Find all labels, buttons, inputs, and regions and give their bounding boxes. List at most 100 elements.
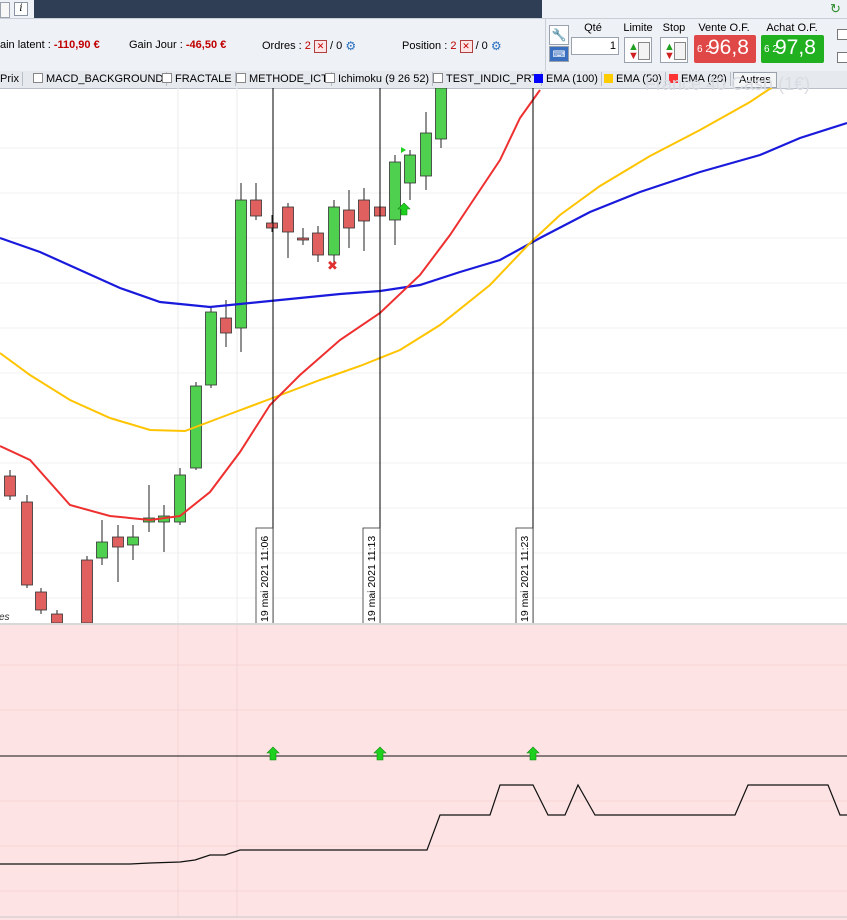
sell-label: Vente O.F.	[698, 22, 750, 34]
candle-body	[51, 613, 63, 624]
day-gain-value: -46,50 €	[185, 39, 227, 51]
candle-down	[35, 588, 47, 614]
orderbook-icon	[638, 42, 650, 60]
indicator-test-indic-prt[interactable]: TEST_INDIC_PRT	[433, 72, 543, 86]
quantity-input[interactable]	[571, 37, 619, 55]
candle-body	[220, 317, 232, 334]
orders-label: Ordres :	[262, 39, 302, 52]
candle-up	[158, 505, 170, 552]
candle-body	[112, 536, 124, 548]
buy-price-value: 97,8	[775, 36, 816, 59]
cross-marker-icon: ✖	[327, 259, 338, 274]
indicator-fractale[interactable]: FRACTALE	[162, 72, 236, 86]
top-status-bar: i ↻	[0, 0, 847, 19]
candle-body	[328, 206, 340, 256]
orders-count[interactable]: 2	[305, 40, 311, 52]
position-zero: / 0	[475, 39, 488, 52]
indicator-label: FRACTALE	[175, 73, 232, 85]
ema-20-line	[0, 89, 541, 522]
candle-body	[420, 132, 432, 177]
position-summary: Position : 2 ✕ / 0 ⚙	[402, 39, 502, 53]
candle-up	[235, 183, 247, 352]
day-gain-label: Gain Jour :	[129, 39, 183, 51]
info-icon[interactable]: i	[14, 2, 28, 16]
axis-partial-label: es	[0, 612, 10, 623]
keyboard-icon[interactable]: ⌨	[549, 46, 569, 62]
candle-up	[205, 308, 217, 388]
gear-icon[interactable]: ⚙	[491, 39, 502, 53]
candle-body	[389, 161, 401, 221]
latent-gain-label: ain latent :	[0, 39, 51, 51]
time-marker-label: 19 mai 2021 11:06	[259, 536, 271, 622]
position-label: Position :	[402, 39, 448, 52]
option-checkbox-2[interactable]	[837, 52, 847, 63]
indicator-macd-background[interactable]: MACD_BACKGROUND	[33, 72, 168, 86]
limit-label: Limite	[623, 22, 653, 34]
candle-body	[404, 154, 416, 184]
candle-body	[35, 591, 47, 611]
candle-body	[435, 88, 447, 140]
candle-body	[127, 536, 139, 546]
stop-order-button[interactable]: ▲ ▼	[660, 37, 688, 63]
candle-body	[4, 475, 16, 497]
refresh-icon[interactable]: ↻	[830, 1, 841, 17]
indicator-ema-100[interactable]: EMA (100)	[534, 72, 602, 86]
candle-up	[389, 155, 401, 245]
checkbox-icon[interactable]	[33, 73, 43, 83]
gear-icon[interactable]: ⚙	[345, 39, 356, 53]
sell-price-button[interactable]: 6 2 96,8	[694, 35, 756, 63]
candle-down	[343, 190, 355, 248]
candle-body	[235, 199, 247, 329]
color-swatch-icon	[604, 74, 613, 83]
sell-price-value: 96,8	[708, 36, 749, 59]
candle-body	[21, 501, 33, 586]
indicator-panel-background	[0, 625, 847, 920]
stop-label: Stop	[662, 22, 686, 34]
latent-gain-value: -110,90 €	[53, 39, 100, 51]
indicator-prix[interactable]: Prix	[0, 72, 23, 86]
orderbook-icon	[674, 42, 686, 60]
indicator-label: TEST_INDIC_PRT	[446, 73, 539, 85]
candle-up	[328, 200, 340, 262]
candle-up	[420, 112, 432, 190]
indicator-label: METHODE_ICT	[249, 73, 328, 85]
qty-label: Qté	[584, 22, 602, 34]
close-icon[interactable]: ✕	[313, 39, 327, 53]
candle-body	[282, 206, 294, 233]
candle-down	[250, 183, 262, 220]
checkbox-icon[interactable]	[162, 73, 172, 83]
title-strip-right	[548, 0, 828, 18]
indicator-panel[interactable]	[0, 625, 847, 920]
candle-body	[96, 541, 108, 559]
checkbox-icon[interactable]	[236, 73, 246, 83]
candle-body	[205, 311, 217, 386]
candle-down	[220, 300, 232, 347]
wrench-icon[interactable]: 🔧	[549, 25, 569, 45]
price-chart[interactable]: 19 mai 2021 11:06 19 mai 2021 11:13 19 mai…	[0, 88, 847, 624]
candle-body	[312, 232, 324, 256]
buy-price-button[interactable]: 6 2 97,8	[761, 35, 824, 63]
candle-up	[435, 88, 447, 148]
orders-zero: / 0	[330, 39, 343, 52]
limit-order-button[interactable]: ▲ ▼	[624, 37, 652, 63]
candle-down	[51, 610, 63, 624]
buy-label: Achat O.F.	[766, 22, 818, 34]
time-marker-label: 19 mai 2021 11:23	[519, 536, 531, 622]
time-marker-label: 19 mai 2021 11:13	[366, 536, 378, 622]
title-strip	[34, 0, 542, 18]
indicator-label: MACD_BACKGROUND	[46, 73, 164, 85]
account-stats: ain latent : -110,90 € Gain Jour : -46,5…	[0, 19, 545, 71]
orders-summary: Ordres : 2 ✕ / 0 ⚙	[262, 39, 356, 53]
candle-down	[312, 226, 324, 262]
position-count[interactable]: 2	[450, 40, 456, 52]
indicator-label: EMA (100)	[546, 73, 598, 85]
indicator-ichimoku[interactable]: Ichimoku (9 26 52)	[325, 72, 434, 86]
dropdown-handle[interactable]	[0, 2, 10, 18]
candle-body	[358, 199, 370, 222]
checkbox-icon[interactable]	[325, 73, 335, 83]
checkbox-icon[interactable]	[433, 73, 443, 83]
close-icon[interactable]: ✕	[459, 39, 473, 53]
option-checkbox-1[interactable]	[837, 29, 847, 40]
indicator-methode-ict[interactable]: METHODE_ICT	[236, 72, 332, 86]
candle-body	[266, 222, 278, 229]
